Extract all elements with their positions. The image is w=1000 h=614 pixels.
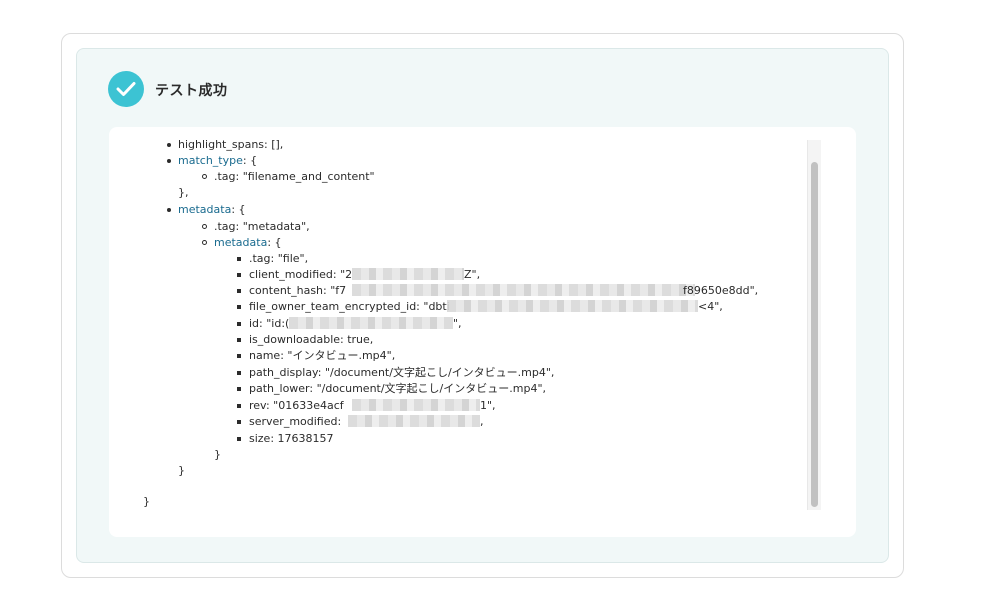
code-line-id-start: id: "id:( — [249, 317, 290, 330]
code-line-id-end: ", — [453, 317, 462, 330]
code-line-close: }, — [178, 186, 189, 199]
redacted-value — [352, 399, 480, 411]
bullet-icon — [167, 143, 171, 147]
code-line-rev-end: 1", — [480, 399, 496, 412]
redacted-value — [289, 317, 453, 329]
square-bullet-icon — [237, 354, 241, 358]
code-line-metadata: metadata: { — [178, 203, 246, 216]
square-bullet-icon — [237, 257, 241, 261]
square-bullet-icon — [237, 322, 241, 326]
square-bullet-icon — [237, 273, 241, 277]
code-line-client-modified-start: client_modified: "2 — [249, 268, 353, 281]
code-line-metadata-tag: .tag: "metadata", — [214, 220, 310, 233]
redacted-value — [352, 268, 464, 280]
check-icon — [108, 71, 144, 107]
code-line-match-type-tag: .tag: "filename_and_content" — [214, 170, 375, 183]
code-line-path-lower: path_lower: "/document/文字起こし/インタビュー.mp4"… — [249, 382, 547, 395]
code-line-is-downloadable: is_downloadable: true, — [249, 333, 374, 346]
square-bullet-icon — [237, 338, 241, 342]
code-line-server-modified-start: server_modified: — [249, 415, 342, 428]
code-line-owner-team-end: <4", — [698, 300, 723, 313]
code-line-content-hash-end: f89650e8dd", — [683, 284, 759, 297]
code-line-match-type: match_type: { — [178, 154, 258, 167]
code-line-file-tag: .tag: "file", — [249, 252, 309, 265]
square-bullet-icon — [237, 289, 241, 293]
match-type-key[interactable]: match_type — [178, 154, 243, 167]
code-line-rev-start: rev: "01633e4acf — [249, 399, 344, 412]
circle-bullet-icon — [202, 174, 207, 179]
status-title: テスト成功 — [155, 83, 228, 99]
square-bullet-icon — [237, 305, 241, 309]
code-line-size: size: 17638157 — [249, 432, 334, 445]
metadata-key[interactable]: metadata — [178, 203, 231, 216]
square-bullet-icon — [237, 437, 241, 441]
square-bullet-icon — [237, 371, 241, 375]
inner-metadata-key[interactable]: metadata — [214, 236, 267, 249]
redacted-value — [447, 300, 698, 312]
square-bullet-icon — [237, 387, 241, 391]
circle-bullet-icon — [202, 224, 207, 229]
code-line-close-inner: } — [214, 448, 221, 461]
code-line-content-hash-start: content_hash: "f7 — [249, 284, 347, 297]
code-line-close-root: } — [143, 495, 150, 508]
code-line-highlight-spans: highlight_spans: [], — [178, 138, 284, 151]
scrollbar-thumb[interactable] — [811, 162, 818, 507]
code-line-name: name: "インタビュー.mp4", — [249, 349, 396, 362]
bullet-icon — [167, 159, 171, 163]
code-line-inner-metadata: metadata: { — [214, 236, 282, 249]
code-line-path-display: path_display: "/document/文字起こし/インタビュー.mp… — [249, 366, 555, 379]
redacted-value — [348, 415, 480, 427]
redacted-value — [352, 284, 695, 296]
square-bullet-icon — [237, 420, 241, 424]
bullet-icon — [167, 208, 171, 212]
code-line-close-metadata: } — [178, 464, 185, 477]
json-output-box — [109, 127, 856, 537]
scrollbar[interactable] — [807, 140, 821, 510]
code-line-server-modified-end: , — [480, 415, 484, 428]
circle-bullet-icon — [202, 240, 207, 245]
square-bullet-icon — [237, 404, 241, 408]
code-line-client-modified-end: Z", — [464, 268, 481, 281]
code-line-owner-team-start: file_owner_team_encrypted_id: "dbti — [249, 300, 450, 313]
